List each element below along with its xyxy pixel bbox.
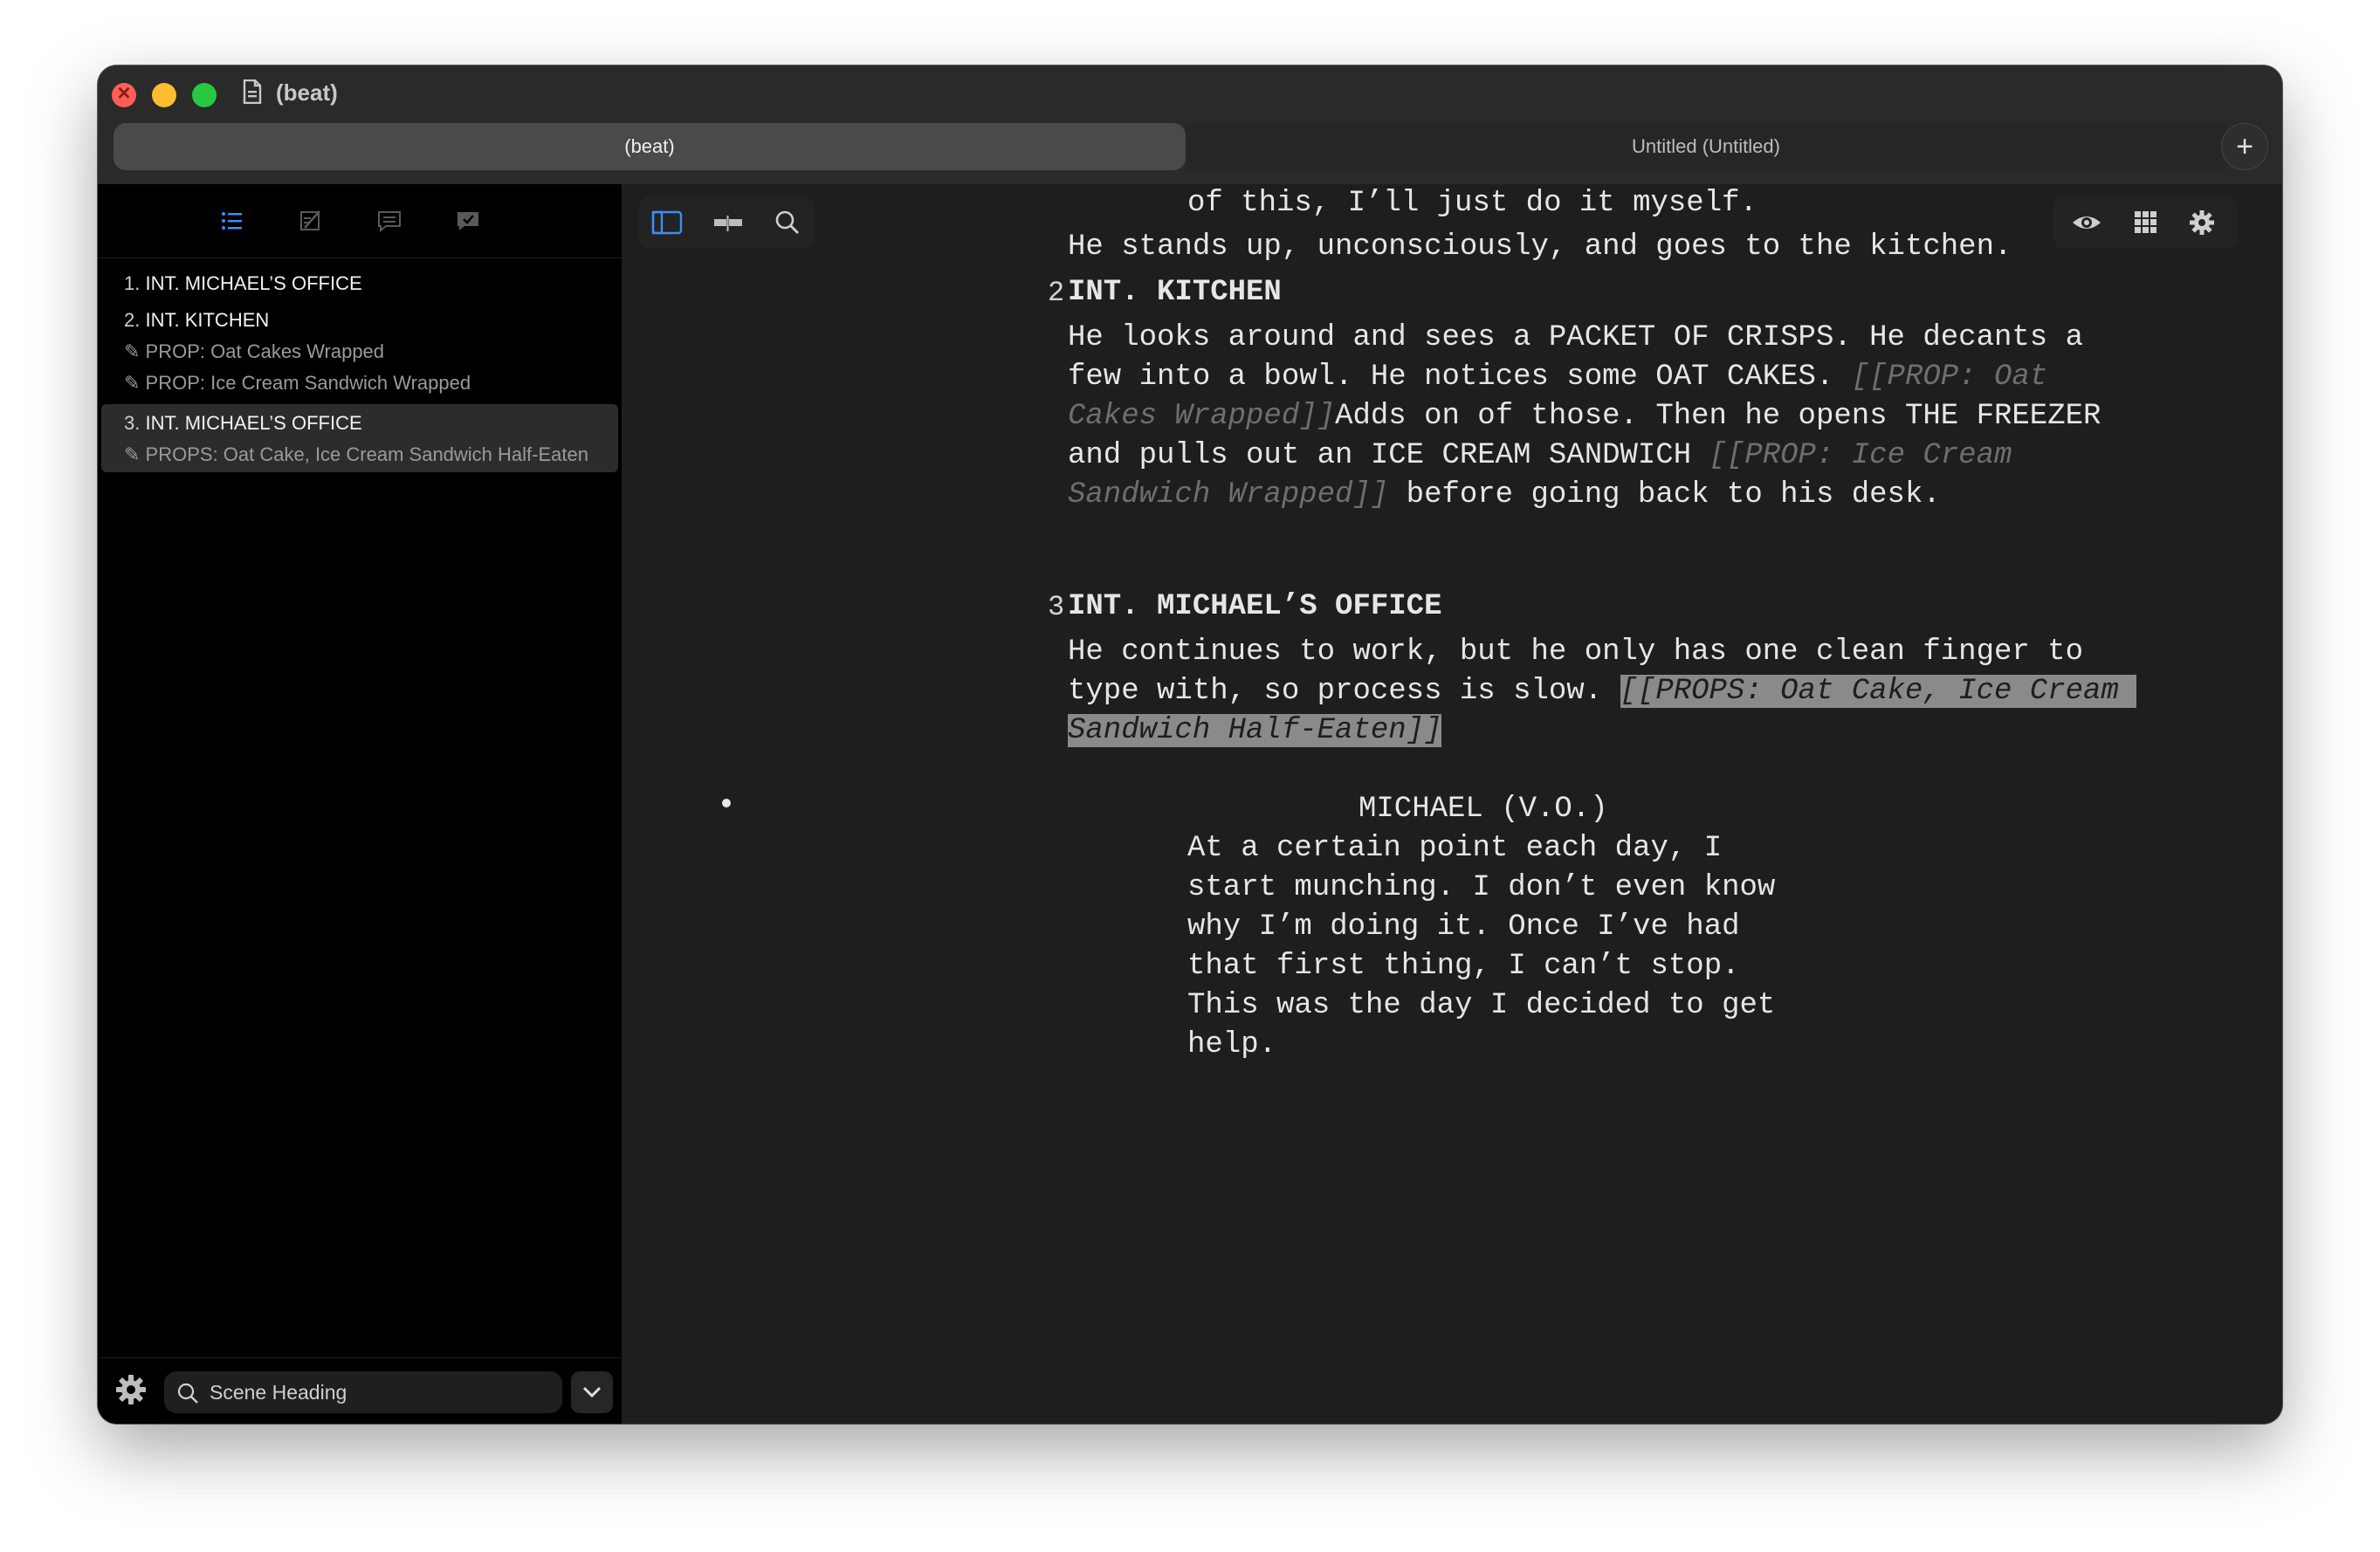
scene-filter-field[interactable]: Scene Heading (164, 1371, 562, 1413)
action-line: and pulls out an ICE CREAM SANDWICH [[PR… (1068, 436, 2012, 476)
character-cue: MICHAEL (V.O.) (1359, 793, 1608, 826)
outline-note: ✎ PROP: Oat Cakes Wrapped (124, 340, 385, 362)
title-bar: (beat) (beat) Untitled (Untitled) + (98, 65, 2282, 184)
sidebar-footer: Scene Heading (98, 1357, 622, 1424)
close-window-button[interactable] (112, 79, 136, 107)
outline-scene-heading: 3. INT. MICHAEL’S OFFICE (101, 408, 618, 439)
tab-beat[interactable]: (beat) (113, 123, 1186, 170)
outline-list: 1. INT. MICHAEL’S OFFICE 2. INT. KITCHEN… (98, 268, 622, 472)
action-text: and pulls out an ICE CREAM SANDWICH (1068, 439, 1709, 472)
outline-scene-heading: 1. INT. MICHAEL’S OFFICE (98, 268, 622, 299)
selected-inline-note: Sandwich Half-Eaten]] (1068, 714, 1442, 747)
scene-filter-label: Scene Heading (210, 1381, 347, 1404)
document-icon (243, 79, 262, 104)
timeline-icon[interactable] (712, 209, 744, 237)
gear-icon[interactable] (113, 1372, 148, 1407)
action-line: Sandwich Wrapped]] before going back to … (1068, 476, 1941, 515)
action-text: Adds on of those. Then he opens THE FREE… (1335, 400, 2101, 433)
outline-scene-3[interactable]: 3. INT. MICHAEL’S OFFICE ✎ PROPS: Oat Ca… (101, 404, 618, 472)
sidebar-tab-bar (98, 184, 622, 258)
outline-scene-number: 2. (124, 309, 141, 331)
dialogue-line: help. (1187, 1028, 1277, 1061)
reviews-icon[interactable] (454, 207, 482, 235)
screenplay-text[interactable]: of this, I’ll just do it myself. He stan… (622, 184, 2282, 1424)
notes-icon[interactable] (297, 207, 325, 235)
app-window: (beat) (beat) Untitled (Untitled) + (98, 65, 2282, 1424)
scene-number: 2 (1048, 277, 1065, 309)
sidebar-toggle-icon[interactable] (651, 209, 683, 237)
outline-scene-number: 1. (124, 272, 141, 294)
cards-grid-icon[interactable] (2129, 209, 2161, 237)
window-title: (beat) (276, 79, 338, 106)
outline-note: ✎ PROPS: Oat Cake, Ice Cream Sandwich Ha… (124, 443, 588, 465)
action-text: type with, so process is slow. (1068, 675, 1620, 708)
outline-scene-title: INT. MICHAEL’S OFFICE (145, 272, 362, 294)
scene-heading: INT. KITCHEN (1068, 276, 1282, 309)
action-line: type with, so process is slow. [[PROPS: … (1068, 672, 2137, 711)
scene-number: 3 (1048, 591, 1065, 623)
sidebar: 1. INT. MICHAEL’S OFFICE 2. INT. KITCHEN… (98, 184, 622, 1424)
inline-note: Cakes Wrapped]] (1068, 400, 1336, 433)
inline-note: [[PROP: Oat (1851, 361, 2048, 394)
action-line: He stands up, unconsciously, and goes to… (1068, 230, 2012, 264)
action-line: Sandwich Half-Eaten]] (1068, 711, 1442, 751)
preview-eye-icon[interactable] (2071, 209, 2102, 237)
outline-scene-2[interactable]: 2. INT. KITCHEN ✎ PROP: Oat Cakes Wrappe… (98, 305, 622, 399)
selected-inline-note: [[PROPS: Oat Cake, Ice Cream (1620, 675, 2137, 708)
search-icon[interactable] (772, 209, 803, 237)
action-line: Cakes Wrapped]]Adds on of those. Then he… (1068, 397, 2101, 436)
zoom-window-button[interactable] (192, 83, 217, 107)
dialogue-line: This was the day I decided to get (1187, 989, 1776, 1022)
outline-scene-title: INT. MICHAEL’S OFFICE (145, 412, 362, 434)
action-line: He continues to work, but he only has on… (1068, 635, 2083, 669)
outline-icon[interactable] (218, 207, 246, 235)
action-line: few into a bowl. He notices some OAT CAK… (1068, 358, 2047, 397)
filter-dropdown-button[interactable] (571, 1371, 613, 1413)
scene-heading: INT. MICHAEL’S OFFICE (1068, 590, 1442, 623)
dialogue-line: that first thing, I can’t stop. (1187, 950, 1740, 983)
editor-toolbar-left (639, 196, 814, 249)
action-text: few into a bowl. He notices some OAT CAK… (1068, 361, 1852, 394)
outline-note: ✎ PROP: Ice Cream Sandwich Wrapped (124, 372, 471, 394)
script-editor[interactable]: of this, I’ll just do it myself. He stan… (622, 184, 2282, 1424)
action-text: before going back to his desk. (1388, 478, 1941, 512)
tab-untitled[interactable]: Untitled (Untitled) (1186, 123, 2226, 170)
outline-scene-title: INT. KITCHEN (145, 309, 270, 331)
settings-gear-icon[interactable] (2186, 209, 2218, 237)
action-line: of this, I’ll just do it myself. (1187, 187, 1757, 220)
outline-scene-heading: 2. INT. KITCHEN (98, 305, 622, 336)
inline-note: Sandwich Wrapped]] (1068, 478, 1389, 512)
inline-note: [[PROP: Ice Cream (1709, 439, 2012, 472)
outline-scene-1[interactable]: 1. INT. MICHAEL’S OFFICE (98, 268, 622, 299)
plus-icon: + (2236, 129, 2253, 163)
outline-scene-number: 3. (124, 412, 141, 434)
action-line: He looks around and sees a PACKET OF CRI… (1068, 321, 2083, 354)
dialogue-line: At a certain point each day, I (1187, 832, 1723, 865)
dialogue-line: why I’m doing it. Once I’ve had (1187, 910, 1740, 944)
tab-bar: (beat) Untitled (Untitled) (113, 123, 2226, 170)
search-icon (177, 1383, 198, 1404)
comments-icon[interactable] (375, 207, 403, 235)
chevron-down-icon (582, 1386, 602, 1398)
add-tab-button[interactable]: + (2221, 123, 2268, 170)
editor-toolbar-right (2053, 196, 2237, 249)
minimize-window-button[interactable] (152, 83, 176, 107)
cursor-marker (722, 799, 731, 807)
dialogue-line: start munching. I don’t even know (1187, 871, 1776, 904)
